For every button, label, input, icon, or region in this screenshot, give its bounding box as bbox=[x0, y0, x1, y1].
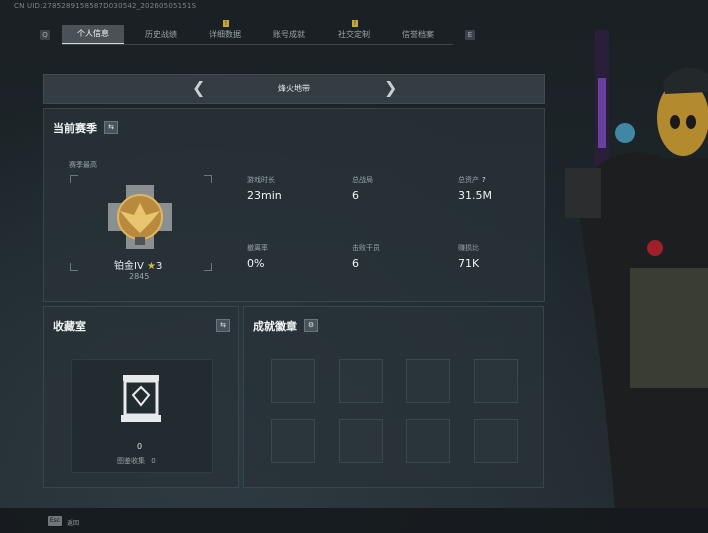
swap-icon[interactable]: ⇆ bbox=[216, 319, 230, 332]
collection-room-panel: 收藏室 ⇆ 0 图鉴收集 0 bbox=[43, 306, 239, 488]
tab-social-custom[interactable]: ! 社交定制 bbox=[323, 20, 385, 45]
tab-detailed-data[interactable]: ! 详细数据 bbox=[194, 20, 256, 45]
stat-operators-defeated: 击败干员 6 bbox=[352, 243, 380, 270]
badge-slot[interactable] bbox=[271, 419, 315, 463]
tab-label: 历史战绩 bbox=[145, 30, 177, 39]
rank-tier: 铂金IV bbox=[114, 261, 144, 272]
tab-label: 社交定制 bbox=[338, 30, 370, 39]
esc-key[interactable]: Esc bbox=[48, 516, 62, 526]
tab-history[interactable]: 历史战绩 bbox=[130, 25, 192, 45]
stat-extract-rate: 撤离率 0% bbox=[247, 243, 268, 270]
top-tab-bar: Q 个人信息 历史战绩 ! 详细数据 账号成就 ! 社交定制 信誉档案 E bbox=[40, 20, 475, 45]
back-label: 返回 bbox=[67, 520, 80, 527]
badge-slot[interactable] bbox=[406, 359, 450, 403]
swap-icon[interactable]: ⇆ bbox=[104, 121, 118, 134]
stat-label: 游戏时长 bbox=[247, 176, 275, 184]
mode-selector: ❮ 烽火地带 ❯ bbox=[43, 74, 545, 104]
chevron-right-icon[interactable]: ❯ bbox=[384, 78, 397, 97]
badge-slot[interactable] bbox=[474, 359, 518, 403]
stat-label: 总资产 bbox=[458, 176, 479, 184]
stat-label: 总战局 bbox=[352, 176, 373, 184]
collection-label: 图鉴收集 0 bbox=[117, 456, 156, 466]
achievements-title: 成就徽章 bbox=[253, 320, 297, 333]
stat-total-assets: 总资产? 31.5M bbox=[458, 175, 492, 202]
stat-value: 6 bbox=[352, 257, 359, 270]
tab-next-key[interactable]: E bbox=[465, 30, 475, 40]
stat-value: 31.5M bbox=[458, 189, 492, 202]
current-season-panel: 当前赛季 ⇆ 赛季最高 铂金IV ★3 2845 游戏时长 23min 总战局 … bbox=[43, 108, 545, 302]
tab-label: 账号成就 bbox=[273, 30, 305, 39]
tab-account-achievements[interactable]: 账号成就 bbox=[258, 25, 320, 45]
badge-slot[interactable] bbox=[271, 359, 315, 403]
bottom-bar: Esc 返回 bbox=[0, 508, 708, 533]
rank-star-count: 3 bbox=[155, 261, 163, 272]
tab-reputation[interactable]: 信誉档案 bbox=[387, 25, 449, 45]
badge-slot[interactable] bbox=[406, 419, 450, 463]
rank-name: 铂金IV ★3 bbox=[114, 257, 162, 272]
season-title: 当前赛季 bbox=[53, 122, 97, 135]
settings-icon[interactable]: ⚙ bbox=[304, 319, 318, 332]
operator-character-image bbox=[565, 30, 708, 508]
collection-label-text: 图鉴收集 bbox=[117, 457, 145, 465]
tab-personal-info[interactable]: 个人信息 bbox=[62, 25, 124, 45]
stat-value: 6 bbox=[352, 189, 359, 202]
tab-label: 信誉档案 bbox=[402, 30, 434, 39]
badge-slot[interactable] bbox=[474, 419, 518, 463]
tab-label: 详细数据 bbox=[209, 30, 241, 39]
collection-title: 收藏室 bbox=[53, 320, 86, 333]
help-icon[interactable]: ? bbox=[482, 176, 486, 184]
stat-value: 71K bbox=[458, 257, 480, 270]
achievement-badges-panel: 成就徽章 ⚙ bbox=[243, 306, 544, 488]
tab-prev-key[interactable]: Q bbox=[40, 30, 50, 40]
star-icon: ★ bbox=[146, 261, 156, 272]
stat-label: 撤离率 bbox=[247, 244, 268, 252]
stat-total-matches: 总战局 6 bbox=[352, 175, 373, 202]
notification-badge: ! bbox=[352, 20, 358, 27]
stat-label: 击败干员 bbox=[352, 244, 380, 252]
collection-label-value: 0 bbox=[151, 457, 156, 465]
stat-value: 0% bbox=[247, 257, 265, 270]
badge-slot[interactable] bbox=[339, 419, 383, 463]
stat-play-time: 游戏时长 23min bbox=[247, 175, 282, 202]
stat-profit-loss-ratio: 赚损比 71K bbox=[458, 243, 479, 270]
badge-slot[interactable] bbox=[339, 359, 383, 403]
collection-count: 0 bbox=[137, 442, 143, 451]
display-case-icon bbox=[121, 375, 161, 422]
stat-value: 23min bbox=[247, 189, 282, 202]
season-high-label: 赛季最高 bbox=[69, 161, 97, 169]
rank-points: 2845 bbox=[129, 272, 150, 281]
notification-badge: ! bbox=[223, 20, 229, 27]
tab-label: 个人信息 bbox=[77, 29, 109, 38]
uid-text: CN UID:2785289158587D030542_20260505151S bbox=[14, 2, 197, 10]
tab-underline bbox=[62, 44, 453, 45]
mode-label: 烽火地带 bbox=[278, 84, 310, 93]
rank-medal-icon bbox=[108, 185, 172, 249]
stat-label: 赚损比 bbox=[458, 244, 479, 252]
